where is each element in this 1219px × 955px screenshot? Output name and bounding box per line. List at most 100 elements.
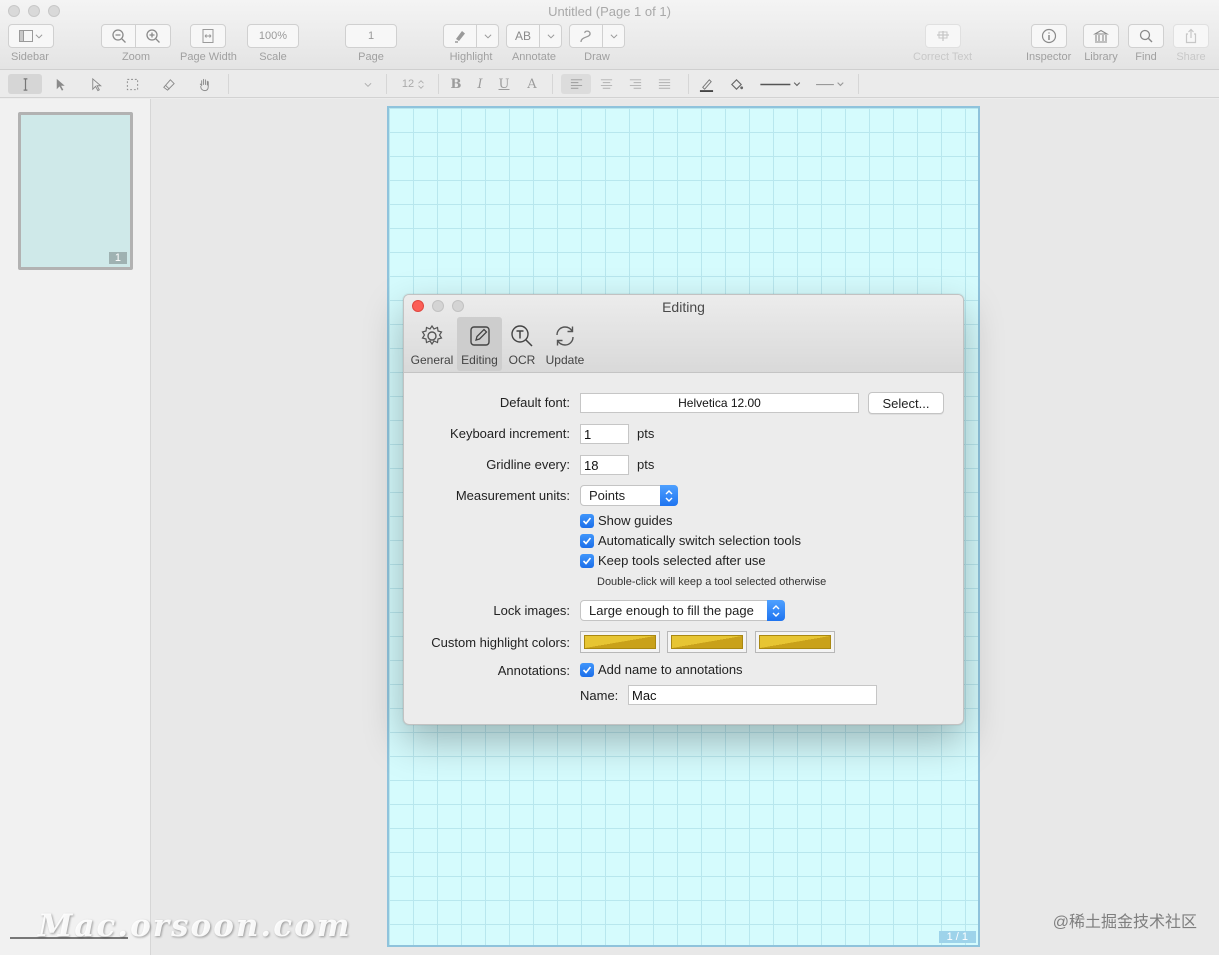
paint-bucket-icon (730, 78, 743, 90)
highlight-color-well-3[interactable] (755, 631, 835, 653)
line-style-dropdown[interactable] (756, 74, 806, 94)
eraser-tool[interactable] (152, 74, 184, 94)
chevron-down-icon (547, 34, 554, 39)
share-icon (1185, 28, 1197, 44)
object-select-tool[interactable] (80, 74, 112, 94)
page-width-icon (202, 29, 214, 43)
fill-color-button[interactable] (724, 74, 748, 94)
gridline-label: Gridline every: (486, 457, 570, 472)
align-justify-button[interactable] (649, 74, 679, 94)
library-button[interactable] (1083, 24, 1119, 48)
ocr-magnifier-icon (511, 325, 533, 347)
page-width-button[interactable] (190, 24, 227, 48)
gear-icon (421, 324, 443, 346)
align-right-button[interactable] (620, 74, 650, 94)
default-font-label: Default font: (499, 395, 570, 410)
measurement-units-popup[interactable]: Points (580, 485, 678, 506)
auto-switch-label: Automatically switch selection tools (598, 533, 802, 548)
arrow-pointer-icon (56, 78, 65, 91)
italic-button[interactable]: I (470, 74, 490, 94)
name-input[interactable]: Mac (628, 685, 877, 705)
stroke-color-button[interactable] (694, 74, 718, 94)
marquee-tool[interactable] (116, 74, 148, 94)
window-toolbar: Untitled (Page 1 of 1) Sidebar Zoom Page… (0, 0, 1219, 70)
lock-images-popup[interactable]: Large enough to fill the page (580, 600, 785, 621)
underline-button[interactable]: U (494, 74, 514, 94)
measurement-units-value: Points (589, 488, 626, 503)
zoom-in-icon (146, 29, 160, 43)
find-toolbar-group: Find (1128, 24, 1164, 63)
checkmark-icon (582, 556, 592, 565)
lock-images-value: Large enough to fill the page (589, 603, 754, 618)
draw-options-button[interactable] (603, 24, 625, 48)
highlight-button[interactable] (443, 24, 477, 48)
tab-update[interactable]: Update (542, 317, 588, 371)
show-guides-checkbox[interactable] (580, 513, 594, 528)
watermark-credit: @稀土掘金技术社区 (1052, 914, 1197, 931)
align-justify-icon (658, 78, 670, 89)
search-icon (1139, 29, 1153, 43)
align-left-button[interactable] (561, 74, 591, 94)
page-label: Page (358, 51, 384, 63)
tab-ocr[interactable]: OCR (504, 317, 540, 371)
page-thumbnail[interactable]: 1 (18, 112, 133, 270)
name-label: Name: (580, 688, 619, 703)
share-label: Share (1176, 51, 1206, 63)
keyboard-increment-label: Keyboard increment: (450, 426, 570, 441)
highlight-color-well-1[interactable] (580, 631, 660, 653)
select-font-button[interactable]: Select... (868, 392, 944, 414)
correct-text-button[interactable] (924, 24, 961, 48)
text-color-button[interactable]: A (522, 74, 542, 94)
hand-tool[interactable] (188, 74, 220, 94)
page-number-field[interactable]: 1 (345, 24, 397, 48)
chevron-down-icon (364, 82, 372, 87)
select-tool[interactable] (44, 74, 76, 94)
sidebar-icon (19, 30, 33, 42)
show-guides-row[interactable]: Show guides (580, 513, 672, 528)
pen-color-icon (699, 78, 713, 92)
sidebar-toggle-button[interactable] (8, 24, 54, 48)
draw-button[interactable] (569, 24, 603, 48)
tab-general[interactable]: General (410, 317, 454, 371)
keep-tools-label: Keep tools selected after use (598, 553, 766, 568)
find-button[interactable] (1128, 24, 1164, 48)
font-family-dropdown[interactable] (360, 74, 376, 94)
zoom-out-button[interactable] (101, 24, 136, 48)
inspector-button[interactable] (1030, 24, 1067, 48)
auto-switch-row[interactable]: Automatically switch selection tools (580, 533, 801, 548)
marquee-icon (126, 78, 138, 90)
zoom-toolbar-group: Zoom (101, 24, 171, 63)
align-center-button[interactable] (591, 74, 621, 94)
align-center-icon (600, 78, 612, 89)
auto-switch-checkbox[interactable] (580, 533, 594, 548)
highlight-color-well-2[interactable] (667, 631, 747, 653)
add-name-checkbox[interactable] (580, 662, 594, 677)
page-width-toolbar-group: Page Width (180, 24, 237, 63)
annotate-options-button[interactable] (540, 24, 562, 48)
annotations-label: Annotations: (497, 663, 570, 678)
pencil-square-icon (469, 326, 490, 346)
share-button[interactable] (1173, 24, 1209, 48)
annotate-button[interactable]: AB (506, 24, 540, 48)
keep-tools-checkbox[interactable] (580, 553, 594, 568)
keyboard-increment-input[interactable]: 1 (580, 424, 629, 444)
highlight-options-button[interactable] (477, 24, 499, 48)
text-select-tool[interactable] (8, 74, 42, 94)
bold-button[interactable]: B (446, 74, 466, 94)
scale-field[interactable]: 100% (247, 24, 299, 48)
font-size-stepper[interactable]: 12 (396, 74, 432, 94)
gridline-input[interactable]: 18 (580, 455, 629, 475)
checkmark-icon (582, 536, 592, 545)
tab-editing[interactable]: Editing (457, 317, 502, 371)
scale-label: Scale (259, 51, 287, 63)
zoom-in-button[interactable] (136, 24, 171, 48)
highlight-toolbar-group: Highlight (443, 24, 499, 63)
zoom-out-icon (111, 29, 126, 43)
correct-text-icon (936, 31, 949, 41)
keep-tools-row[interactable]: Keep tools selected after use (580, 553, 766, 568)
line-end-dropdown[interactable] (812, 74, 852, 94)
text-cursor-icon (23, 77, 27, 91)
add-name-row[interactable]: Add name to annotations (580, 662, 743, 677)
sidebar-toolbar-group: Sidebar (8, 24, 54, 63)
stepper-arrows-icon (418, 79, 424, 89)
